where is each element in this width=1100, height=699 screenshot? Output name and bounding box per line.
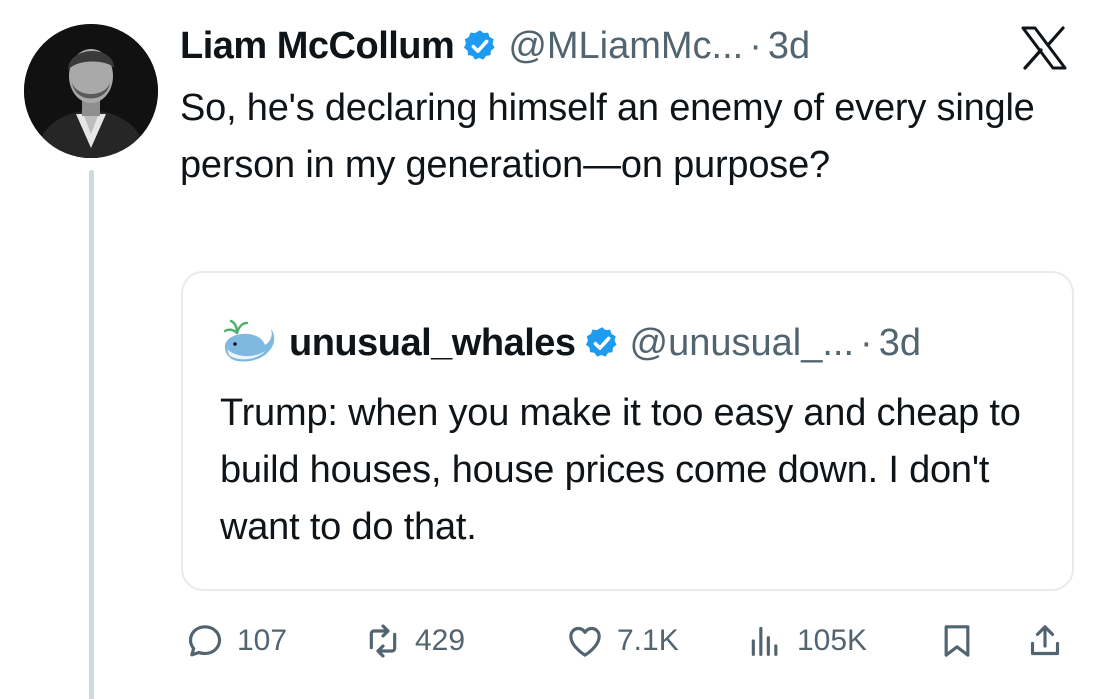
separator-dot: · [749, 25, 762, 67]
author-name[interactable]: Liam McCollum [180, 18, 455, 74]
views-button[interactable]: 105K [745, 613, 867, 669]
views-count: 105K [797, 624, 868, 657]
tweet-header: Liam McCollum @MLiamMc... · 3d [180, 18, 810, 74]
quoted-tweet[interactable]: unusual_whales @unusual_... · 3d Trump: … [181, 271, 1074, 591]
quoted-author-handle[interactable]: @unusual_... [630, 315, 855, 371]
tweet-card[interactable]: Liam McCollum @MLiamMc... · 3d So, he's … [0, 0, 1100, 699]
reply-count: 107 [237, 624, 288, 657]
separator-dot: · [860, 322, 873, 364]
repost-button[interactable]: 429 [363, 613, 465, 669]
quoted-tweet-header: unusual_whales @unusual_... · 3d [219, 315, 921, 371]
whale-avatar-icon[interactable] [219, 315, 275, 371]
reply-button[interactable]: 107 [185, 613, 287, 669]
like-count: 7.1K [617, 624, 679, 657]
share-button[interactable] [1025, 613, 1065, 669]
tweet-text: So, he's declaring himself an enemy of e… [180, 87, 1035, 186]
bookmark-button[interactable] [937, 613, 977, 669]
verified-badge-icon [585, 327, 617, 357]
author-handle[interactable]: @MLiamMc... [508, 18, 743, 74]
bookmark-icon [944, 625, 970, 657]
quoted-tweet-text: Trump: when you make it too easy and che… [220, 392, 1021, 548]
tweet-actions-bar: 107 429 7.1K 105K [185, 613, 1065, 669]
repost-icon [369, 624, 397, 658]
share-icon [1030, 625, 1060, 656]
x-logo-icon [1021, 26, 1067, 70]
verified-badge-icon [464, 30, 495, 60]
like-button[interactable]: 7.1K [565, 613, 679, 669]
repost-count: 429 [415, 624, 466, 657]
quoted-tweet-timestamp[interactable]: 3d [879, 315, 921, 371]
like-icon [569, 626, 601, 657]
views-icon [751, 626, 778, 656]
author-avatar[interactable] [24, 24, 158, 158]
tweet-timestamp[interactable]: 3d [768, 18, 810, 74]
thread-line [89, 170, 94, 699]
quoted-author-name[interactable]: unusual_whales [289, 315, 576, 371]
reply-icon [188, 625, 222, 657]
